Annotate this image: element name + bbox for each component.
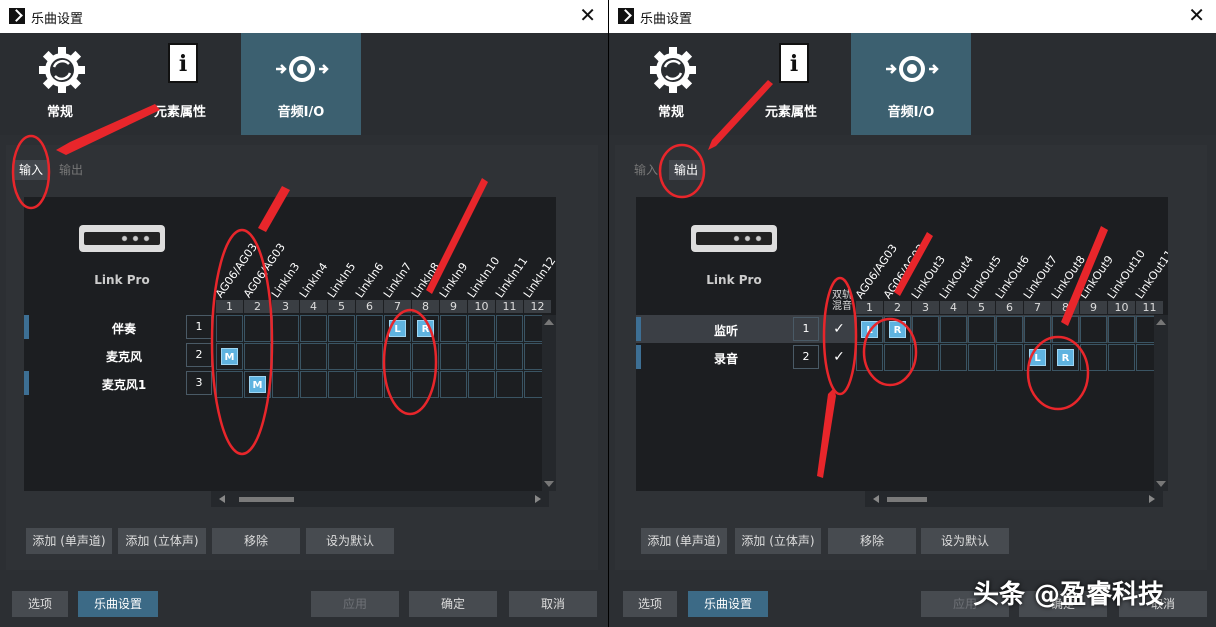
annotation-arrow xyxy=(426,178,488,294)
annotation-circle xyxy=(210,228,274,456)
annotation-circle xyxy=(822,276,858,396)
annotation-arrow xyxy=(1061,226,1108,326)
annotation-circle xyxy=(382,308,438,416)
annotation-arrow xyxy=(708,80,773,150)
annotation-overlay xyxy=(11,80,1108,478)
annotation-circle xyxy=(862,317,918,387)
annotation-arrow xyxy=(258,186,290,232)
annotation-circle xyxy=(658,143,706,199)
annotation-arrow xyxy=(817,388,836,478)
watermark: 头条 @盈睿科技 xyxy=(973,580,1165,610)
annotation-arrow xyxy=(56,104,160,155)
annotation-circle xyxy=(1026,335,1090,411)
annotation-arrow xyxy=(894,232,933,296)
annotation-circle xyxy=(11,134,51,210)
